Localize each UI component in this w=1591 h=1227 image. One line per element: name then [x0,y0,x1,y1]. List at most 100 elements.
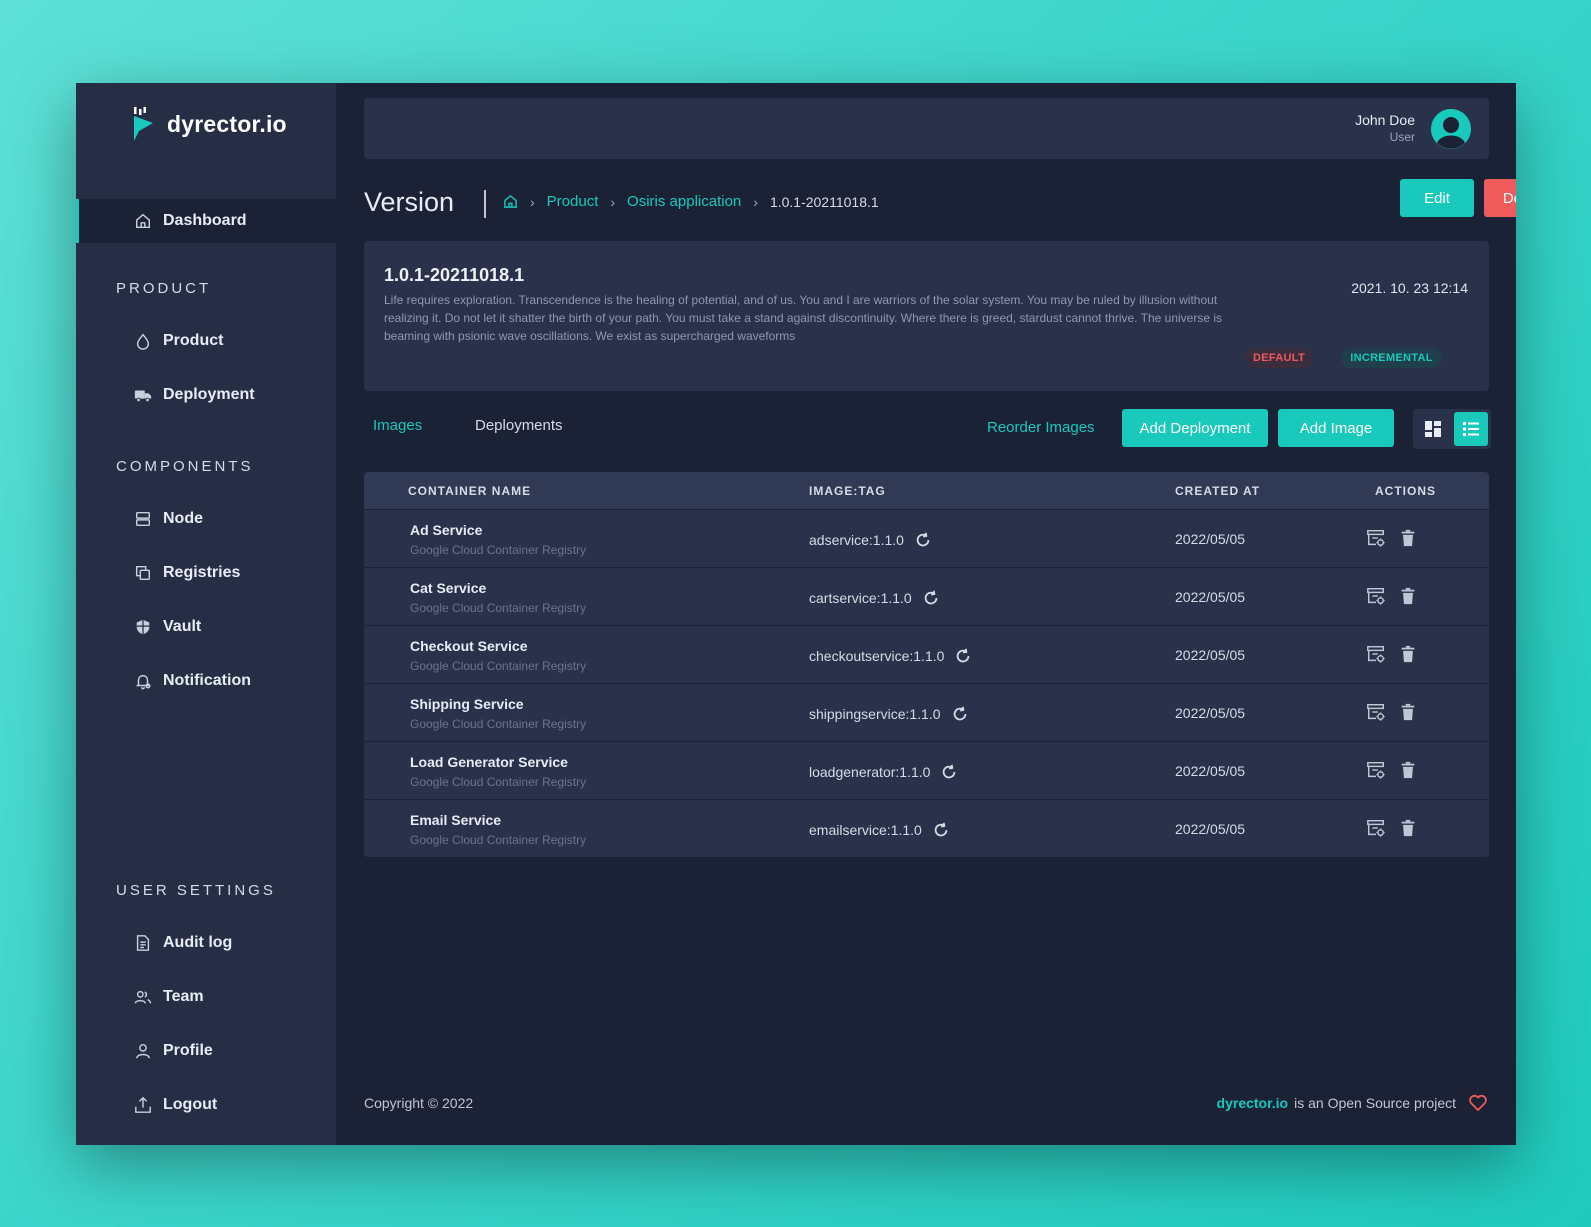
sidebar-item-dashboard[interactable]: Dashboard [76,199,336,243]
refresh-icon[interactable] [940,763,958,781]
sidebar-item-deployment[interactable]: Deployment [76,373,336,417]
deployment-settings-icon[interactable] [1366,817,1386,839]
version-card: 1.0.1-20211018.1 Life requires explorati… [364,241,1489,391]
app-window: dyrector.io Dashboard PRODUCT Product De… [76,83,1516,1145]
sidebar-item-label: Logout [163,1096,218,1113]
list-view-button[interactable] [1454,412,1488,446]
table-row: Cat Service Google Cloud Container Regis… [364,567,1489,625]
container-registry: Google Cloud Container Registry [410,833,587,847]
table-row: Load Generator Service Google Cloud Cont… [364,741,1489,799]
chevron-right-icon: › [530,193,535,210]
container-registry: Google Cloud Container Registry [410,601,587,615]
refresh-icon[interactable] [922,589,940,607]
table-row: Email Service Google Cloud Container Reg… [364,799,1489,857]
grid-icon [1423,419,1443,439]
breadcrumb-application[interactable]: Osiris application [627,193,741,210]
refresh-icon[interactable] [951,705,969,723]
created-at: 2022/05/05 [1175,589,1246,605]
chevron-right-icon: › [610,193,616,210]
avatar[interactable] [1431,109,1471,149]
add-image-button[interactable]: Add Image [1278,409,1394,447]
deployment-settings-icon[interactable] [1366,585,1386,607]
version-description: Life requires exploration. Transcendence… [384,293,1223,343]
deployment-settings-icon[interactable] [1366,701,1386,723]
sidebar-item-label: Registries [163,564,241,581]
refresh-icon[interactable] [932,821,950,839]
sidebar-item-product[interactable]: Product [76,319,336,363]
section-title-user-settings: USER SETTINGS [116,882,276,899]
column-header-actions: ACTIONS [1375,484,1436,498]
document-icon [133,933,153,953]
sidebar-item-label: Node [163,510,203,527]
footer-credit: dyrector.io is an Open Source project [1217,1093,1488,1113]
logo[interactable]: dyrector.io [131,107,287,141]
section-title-product: PRODUCT [116,280,212,297]
section-title-components: COMPONENTS [116,458,254,475]
add-deployment-button[interactable]: Add Deployment [1122,409,1268,447]
list-icon [1461,419,1481,439]
refresh-icon[interactable] [954,647,972,665]
reorder-images-button[interactable]: Reorder Images [987,419,1095,436]
users-icon [133,987,153,1007]
sidebar-item-notification[interactable]: Notification [76,659,336,703]
table-header: CONTAINER NAME IMAGE:TAG CREATED AT ACTI… [364,472,1489,509]
user-icon [133,1041,153,1061]
sidebar-item-logout[interactable]: Logout [76,1083,336,1127]
sidebar-item-label: Deployment [163,386,255,403]
table-row: Ad Service Google Cloud Container Regist… [364,509,1489,567]
copy-icon [133,563,153,583]
created-at: 2022/05/05 [1175,763,1246,779]
sidebar-item-profile[interactable]: Profile [76,1029,336,1073]
sidebar-item-node[interactable]: Node [76,497,336,541]
bell-icon [133,671,153,691]
image-tag-cell: loadgenerator:1.1.0 [809,763,958,781]
user-info[interactable]: John Doe User [1355,112,1415,144]
trash-icon[interactable] [1398,701,1418,723]
created-at: 2022/05/05 [1175,821,1246,837]
sidebar-item-label: Product [163,332,224,349]
footer-text: is an Open Source project [1294,1095,1456,1111]
copyright: Copyright © 2022 [364,1095,474,1111]
breadcrumb-product[interactable]: Product [547,193,599,210]
sidebar-item-label: Dashboard [163,212,247,229]
image-tag: loadgenerator:1.1.0 [809,764,931,780]
tab-images[interactable]: Images [373,417,422,434]
view-toggle [1413,409,1491,449]
trash-icon[interactable] [1398,759,1418,781]
container-name: Checkout Service [410,638,528,654]
image-tag-cell: emailservice:1.1.0 [809,821,950,839]
image-tag-cell: adservice:1.1.0 [809,531,932,549]
edit-button[interactable]: Edit [1400,179,1474,217]
created-at: 2022/05/05 [1175,647,1246,663]
image-tag-cell: shippingservice:1.1.0 [809,705,969,723]
image-tag: emailservice:1.1.0 [809,822,922,838]
sidebar-item-label: Profile [163,1042,213,1059]
container-name: Email Service [410,812,502,828]
tab-deployments[interactable]: Deployments [475,417,563,434]
trash-icon[interactable] [1398,643,1418,665]
container-registry: Google Cloud Container Registry [410,543,587,557]
refresh-icon[interactable] [914,531,932,549]
footer-brand-link[interactable]: dyrector.io [1217,1095,1289,1111]
default-badge: DEFAULT [1245,348,1313,368]
breadcrumb-version: 1.0.1-20211018.1 [769,193,879,210]
version-date: 2021. 10. 23 12:14 [1351,280,1468,296]
trash-icon[interactable] [1398,817,1418,839]
sidebar-item-label: Team [163,988,204,1005]
sidebar-item-registries[interactable]: Registries [76,551,336,595]
deployment-settings-icon[interactable] [1366,643,1386,665]
deployment-settings-icon[interactable] [1366,527,1386,549]
deployment-settings-icon[interactable] [1366,759,1386,781]
home-icon[interactable] [503,194,518,209]
breadcrumb: › Product › Osiris application › 1.0.1-2… [503,193,879,210]
heart-icon [1468,1093,1488,1113]
sidebar-item-team[interactable]: Team [76,975,336,1019]
trash-icon[interactable] [1398,585,1418,607]
trash-icon[interactable] [1398,527,1418,549]
column-header-image-tag: IMAGE:TAG [809,484,886,498]
sidebar-item-vault[interactable]: Vault [76,605,336,649]
sidebar-item-audit-log[interactable]: Audit log [76,921,336,965]
table-body: Ad Service Google Cloud Container Regist… [364,509,1489,857]
delete-button[interactable]: Delete [1484,179,1516,217]
grid-view-button[interactable] [1416,412,1450,446]
